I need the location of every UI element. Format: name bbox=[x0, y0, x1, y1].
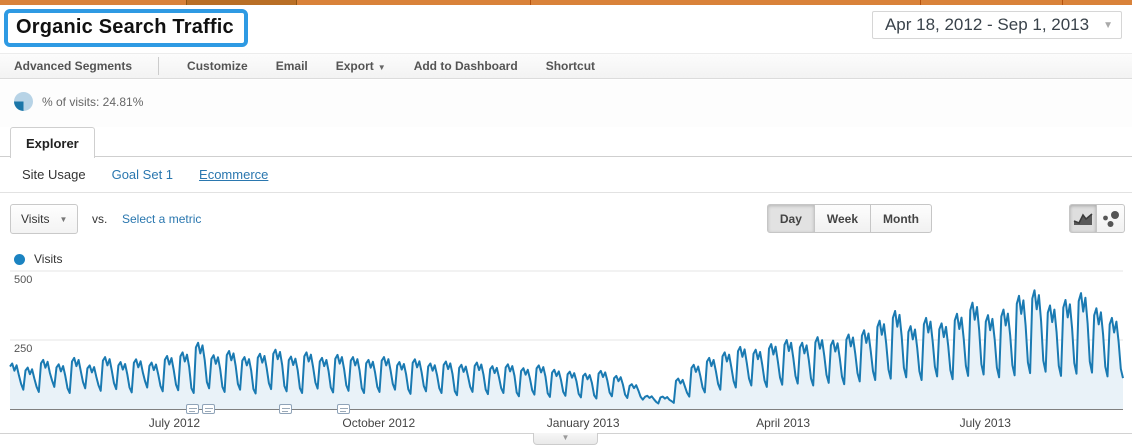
metric-picker-row: Visits ▼ vs. Select a metric Day Week Mo… bbox=[0, 193, 1132, 249]
caret-down-icon: ▼ bbox=[534, 433, 597, 443]
percent-of-visits-label: % of visits: 24.81% bbox=[42, 95, 143, 109]
y-tick-label: 500 bbox=[14, 274, 32, 286]
tab-explorer[interactable]: Explorer bbox=[10, 127, 95, 158]
export-button[interactable]: Export▼ bbox=[336, 59, 386, 73]
x-axis-label: July 2013 bbox=[960, 416, 1011, 430]
page-title: Organic Search Traffic bbox=[16, 16, 234, 39]
motion-chart-button[interactable] bbox=[1097, 204, 1125, 233]
subtab-ecommerce[interactable]: Ecommerce bbox=[199, 167, 268, 182]
tab-explorer-label: Explorer bbox=[26, 136, 79, 151]
x-axis-label: January 2013 bbox=[547, 416, 620, 430]
segment-summary-row: % of visits: 24.81% bbox=[0, 80, 1132, 127]
top-nav-active-segment bbox=[186, 0, 297, 5]
toolbar-divider bbox=[158, 57, 159, 75]
subtab-goal-set-1[interactable]: Goal Set 1 bbox=[112, 167, 173, 182]
caret-down-icon: ▼ bbox=[378, 63, 386, 72]
caret-down-icon: ▼ bbox=[59, 215, 67, 224]
granularity-day-button[interactable]: Day bbox=[767, 204, 815, 233]
annotation-flag-icon[interactable] bbox=[279, 404, 292, 414]
vs-label: vs. bbox=[92, 212, 107, 226]
chart-type-button-group bbox=[1069, 204, 1125, 233]
x-axis-label: October 2012 bbox=[342, 416, 415, 430]
top-nav-divider bbox=[530, 0, 531, 5]
select-a-metric-link[interactable]: Select a metric bbox=[122, 212, 201, 226]
top-nav-divider bbox=[1062, 0, 1063, 5]
legend-dot-icon bbox=[14, 254, 25, 265]
chart-legend: Visits bbox=[14, 252, 62, 266]
subtab-site-usage[interactable]: Site Usage bbox=[22, 167, 86, 182]
annotation-flag-icon[interactable] bbox=[186, 404, 199, 414]
granularity-week-button[interactable]: Week bbox=[815, 204, 871, 233]
motion-chart-icon bbox=[1101, 210, 1121, 228]
title-highlight-box: Organic Search Traffic bbox=[4, 9, 248, 47]
granularity-button-group: Day Week Month bbox=[767, 204, 932, 233]
line-chart-icon bbox=[1073, 212, 1093, 226]
add-to-dashboard-button[interactable]: Add to Dashboard bbox=[414, 59, 518, 73]
annotation-flag-icon[interactable] bbox=[202, 404, 215, 414]
visits-area-chart[interactable] bbox=[0, 270, 1132, 412]
x-axis-label: July 2012 bbox=[149, 416, 200, 430]
customize-button[interactable]: Customize bbox=[187, 59, 248, 73]
granularity-month-button[interactable]: Month bbox=[871, 204, 932, 233]
subtab-bar: Site Usage Goal Set 1 Ecommerce bbox=[0, 157, 1132, 193]
segment-pie-icon bbox=[14, 92, 33, 111]
report-toolbar: Advanced Segments Customize Email Export… bbox=[0, 53, 1132, 79]
caret-down-icon[interactable]: ▼ bbox=[1103, 20, 1113, 31]
shortcut-button[interactable]: Shortcut bbox=[546, 59, 595, 73]
email-button[interactable]: Email bbox=[276, 59, 308, 73]
advanced-segments-button[interactable]: Advanced Segments bbox=[14, 59, 132, 73]
top-nav-divider bbox=[920, 0, 921, 5]
metric-dropdown-label: Visits bbox=[21, 212, 49, 226]
line-chart-button[interactable] bbox=[1069, 204, 1097, 233]
annotations-drawer-toggle[interactable]: ▼ bbox=[533, 433, 598, 445]
annotation-flag-icon[interactable] bbox=[337, 404, 350, 414]
top-nav-bar bbox=[0, 0, 1132, 5]
date-range-text: Apr 18, 2012 - Sep 1, 2013 bbox=[885, 15, 1089, 35]
y-tick-label: 250 bbox=[14, 343, 32, 355]
legend-label: Visits bbox=[34, 252, 62, 266]
x-axis-label: April 2013 bbox=[756, 416, 810, 430]
date-range-selector[interactable]: Apr 18, 2012 - Sep 1, 2013 ▼ bbox=[872, 11, 1122, 39]
metric-dropdown[interactable]: Visits ▼ bbox=[10, 204, 78, 234]
analytics-report-page: Organic Search Traffic Apr 18, 2012 - Se… bbox=[0, 0, 1132, 448]
